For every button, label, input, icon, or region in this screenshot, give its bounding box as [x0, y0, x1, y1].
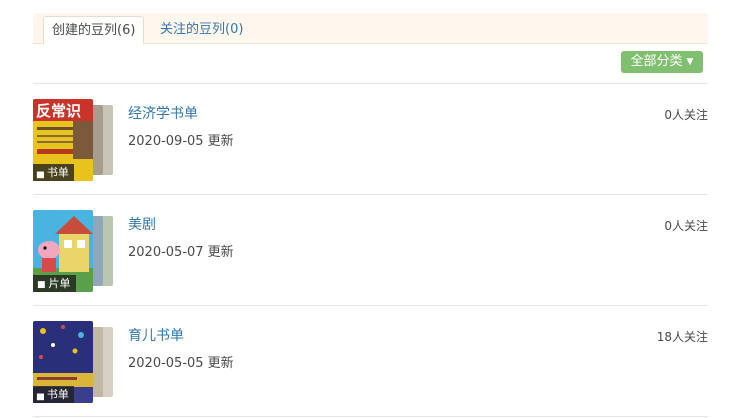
list-item: ■ 片单 美剧 2020-05-07 更新 0人关注: [33, 195, 708, 305]
book-icon: ▅: [37, 169, 44, 179]
list-title-link[interactable]: 经济学书单: [128, 103, 198, 123]
list-type-badge: ▅ 书单: [33, 386, 74, 403]
list-item: 反常识 ▅ 书单 经济学书单 2020-09-05 更新 0人关注: [33, 84, 708, 194]
tab-created-lists[interactable]: 创建的豆列(6): [43, 16, 145, 45]
tab-bar: 创建的豆列(6) 关注的豆列(0): [33, 13, 708, 45]
list-cover[interactable]: 反常识 ▅ 书单: [33, 99, 113, 181]
list-type-badge: ■ 片单: [33, 275, 76, 292]
list-updated-date: 2020-05-07 更新: [128, 245, 234, 260]
film-icon: ■: [37, 280, 46, 290]
list-updated-date: 2020-09-05 更新: [128, 134, 234, 149]
list-cover[interactable]: ■ 片单: [33, 210, 113, 292]
list-follower-count: 0人关注: [664, 219, 708, 233]
book-icon: ▅: [37, 391, 44, 401]
caret-down-icon: ▼: [686, 57, 694, 67]
list-follower-count: 0人关注: [664, 108, 708, 122]
list-title-link[interactable]: 育儿书单: [128, 325, 184, 345]
list-title-link[interactable]: 美剧: [128, 214, 156, 234]
list-cover[interactable]: ▅ 书单: [33, 321, 113, 403]
tab-followed-lists[interactable]: 关注的豆列(0): [152, 16, 251, 44]
list-updated-date: 2020-05-05 更新: [128, 356, 234, 371]
list-follower-count: 18人关注: [656, 330, 708, 344]
list-type-badge: ▅ 书单: [33, 164, 74, 181]
category-filter-label: 全部分类: [630, 54, 683, 69]
divider: [33, 416, 708, 417]
cover-title-text: 反常识: [36, 102, 81, 120]
list-item: ▅ 书单 育儿书单 2020-05-05 更新 18人关注: [33, 306, 708, 416]
category-filter-button[interactable]: 全部分类 ▼: [621, 51, 703, 73]
